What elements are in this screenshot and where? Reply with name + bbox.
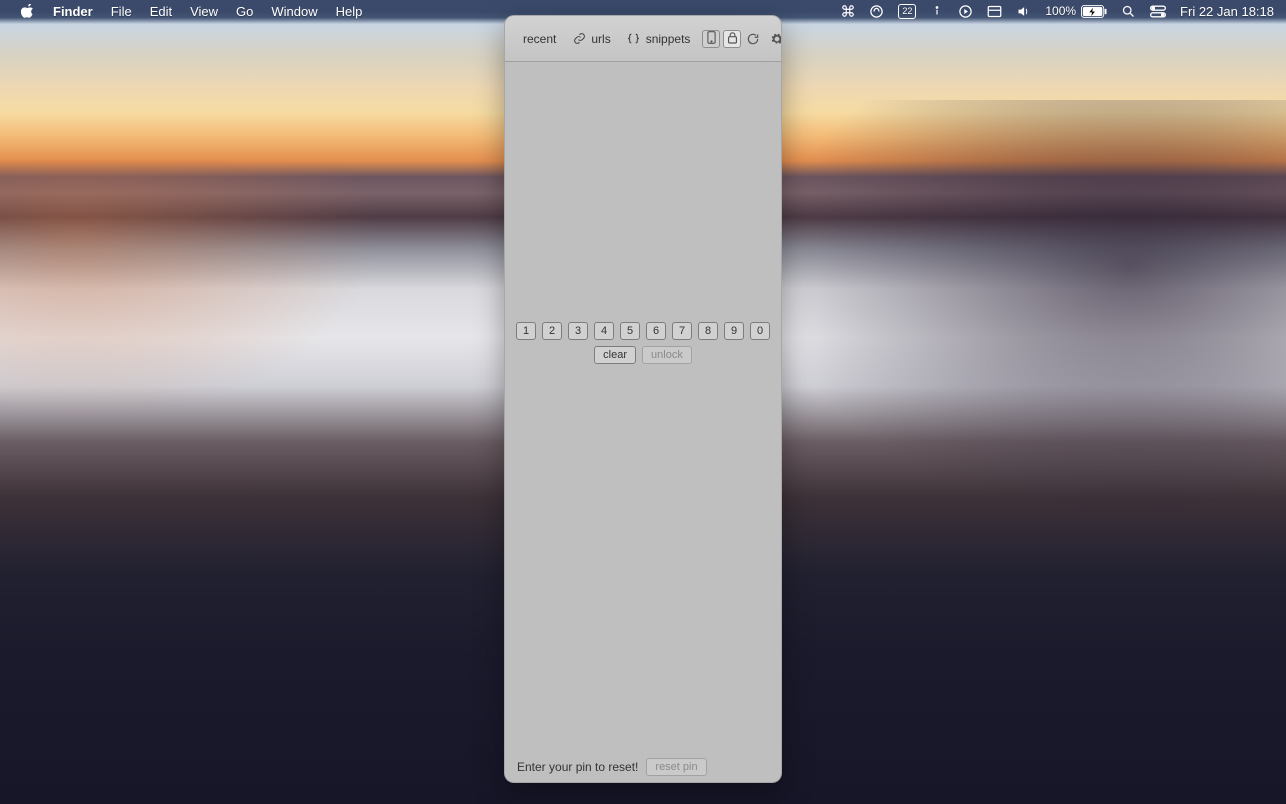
control-center-icon[interactable] [1150,5,1166,18]
tab-snippets[interactable]: snippets [621,29,697,49]
settings-button[interactable] [769,31,782,47]
popover-toolbar: recent urls snippets [505,16,781,62]
pin-digit-8[interactable]: 8 [698,322,718,340]
menu-edit[interactable]: Edit [141,4,181,19]
popover-footer: Enter your pin to reset! reset pin [505,752,781,782]
menu-view[interactable]: View [181,4,227,19]
volume-status-icon[interactable] [1016,4,1031,19]
pin-digit-3[interactable]: 3 [568,322,588,340]
spotlight-search-icon[interactable] [1121,4,1136,19]
calendar-status-icon[interactable]: 22 [898,4,916,19]
pin-digit-2[interactable]: 2 [542,322,562,340]
menu-window[interactable]: Window [262,4,326,19]
refresh-button[interactable] [745,31,761,47]
swirl-status-icon[interactable] [869,4,884,19]
calendar-day: 22 [898,4,916,19]
popover-body: 1 2 3 4 5 6 7 8 9 0 clear unlock [505,62,781,752]
reset-pin-button[interactable]: reset pin [646,758,706,776]
tab-urls[interactable]: urls [566,29,616,49]
menubar-clock[interactable]: Fri 22 Jan 18:18 [1180,4,1274,19]
tab-phone[interactable] [702,30,720,48]
phone-icon [707,31,716,47]
refresh-icon [746,32,760,46]
tab-lock[interactable] [723,30,741,48]
pin-digit-9[interactable]: 9 [724,322,744,340]
menu-help[interactable]: Help [327,4,372,19]
pin-unlock-button[interactable]: unlock [642,346,692,364]
gear-icon [770,32,782,46]
pin-digit-1[interactable]: 1 [516,322,536,340]
pin-clear-button[interactable]: clear [594,346,636,364]
layout-status-icon[interactable] [987,5,1002,18]
link-icon [572,32,586,46]
app-menu[interactable]: Finder [44,4,102,19]
pin-pad: 1 2 3 4 5 6 7 8 9 0 clear unlock [505,322,781,364]
command-icon[interactable] [841,4,855,18]
braces-icon [627,32,641,46]
info-status-icon[interactable] [930,4,944,18]
menu-file[interactable]: File [102,4,141,19]
footer-prompt: Enter your pin to reset! [517,760,638,774]
pin-digit-4[interactable]: 4 [594,322,614,340]
tab-recent[interactable]: recent [517,29,562,49]
pin-digit-5[interactable]: 5 [620,322,640,340]
battery-status[interactable]: 100% [1045,4,1107,18]
play-status-icon[interactable] [958,4,973,19]
tab-urls-label: urls [591,32,610,46]
menu-go[interactable]: Go [227,4,262,19]
clipboard-popover-window: recent urls snippets [504,15,782,783]
tab-recent-label: recent [523,32,556,46]
battery-percent: 100% [1045,4,1076,18]
battery-icon [1081,5,1107,18]
pin-digit-6[interactable]: 6 [646,322,666,340]
apple-menu[interactable] [12,4,44,18]
lock-icon [727,31,738,47]
pin-digit-0[interactable]: 0 [750,322,770,340]
pin-digit-row: 1 2 3 4 5 6 7 8 9 0 [516,322,770,340]
tab-snippets-label: snippets [646,32,691,46]
pin-digit-7[interactable]: 7 [672,322,692,340]
